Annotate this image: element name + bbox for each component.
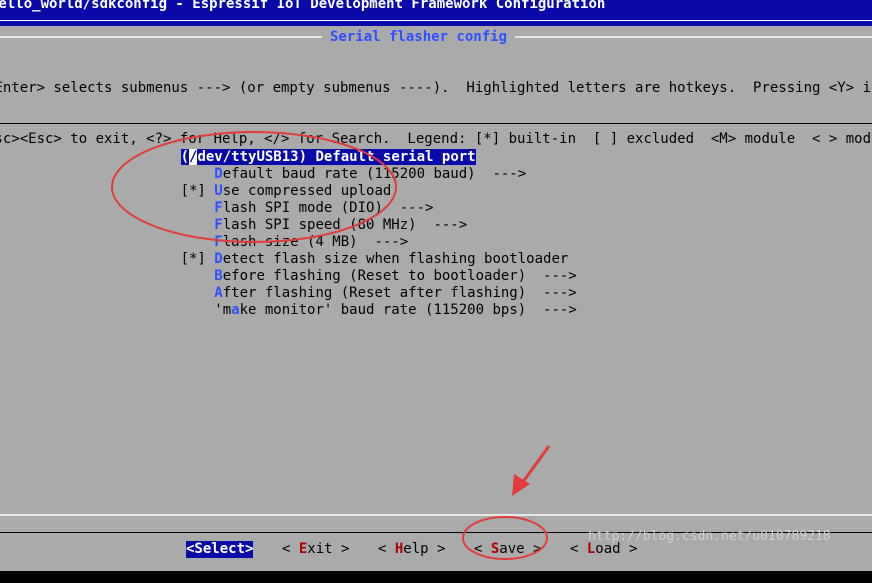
- menu-item-prefix: [181, 285, 215, 301]
- menu-item-prefix: (: [180, 149, 190, 165]
- menu-item-label: etect flash size when flashing bootloade…: [222, 251, 569, 267]
- menu-item-prefix: 'm: [180, 302, 232, 318]
- menu-frame-bottom: [0, 514, 872, 516]
- menu-item-prefix: [181, 217, 215, 233]
- select-button[interactable]: <Select>: [186, 541, 254, 558]
- menu-item-label: dev/ttyUSB13) Default serial port: [197, 149, 476, 165]
- menu-item-hotkey: A: [214, 285, 223, 301]
- menu-item-label: lash SPI mode (DIO) --->: [222, 200, 434, 216]
- menu-item-prefix: [181, 166, 215, 182]
- menu-item-hotkey: B: [214, 268, 223, 284]
- button-label: ave >: [499, 541, 542, 557]
- terminal-bottom-bar: [0, 571, 872, 583]
- menu-item-label: lash size (4 MB) --->: [222, 234, 409, 250]
- help-button[interactable]: < Help >: [378, 541, 445, 558]
- menu-item-label: ke monitor' baud rate (115200 bps) --->: [239, 302, 577, 318]
- menu-item-checkbox: [*]: [180, 183, 215, 199]
- button-bracket: <: [474, 541, 491, 557]
- title-underline: [0, 20, 872, 21]
- menu-item-label: fter flashing (Reset after flashing) ---…: [222, 285, 577, 301]
- menu-item-hotkey: D: [214, 251, 223, 267]
- dialog-title: Serial flasher config: [322, 29, 516, 45]
- exit-button[interactable]: < Exit >: [282, 541, 349, 558]
- button-bar: <Select> < Exit > < Help > < Save > < Lo…: [0, 541, 872, 563]
- menu-item-label: lash SPI speed (80 MHz) --->: [222, 217, 468, 233]
- button-bracket: <: [378, 541, 395, 557]
- watermark: http://blog.csdn.net/u010789218: [588, 529, 831, 544]
- menu-item-label: efore flashing (Reset to bootloader) ---…: [222, 268, 577, 284]
- menu-item-prefix: [181, 268, 215, 284]
- menu-item-hotkey: F: [214, 217, 223, 233]
- menu-item-label: se compressed upload: [222, 183, 392, 199]
- menu-item-hotkey: F: [214, 234, 223, 250]
- window-title-bar: hello_world/sdkconfig - Espressif IoT De…: [0, 0, 872, 24]
- menu-list: (/dev/ttyUSB13) Default serial port Defa…: [130, 132, 577, 318]
- menu-item-prefix: [181, 200, 215, 216]
- save-button[interactable]: < Save >: [474, 541, 541, 558]
- menu-frame-top: [0, 123, 872, 124]
- menu-item-hotkey: D: [214, 166, 223, 182]
- config-dialog: Serial flasher config <Enter> selects su…: [0, 26, 872, 571]
- help-line-1: <Enter> selects submenus ---> (or empty …: [0, 80, 872, 96]
- menu-item-hotkey: U: [214, 183, 223, 199]
- button-label: elp >: [403, 541, 446, 557]
- menu-item-hotkey: a: [231, 302, 240, 318]
- menu-item-prefix: [181, 234, 215, 250]
- menu-item-default-serial-port[interactable]: (/dev/ttyUSB13) Default serial port: [130, 132, 577, 165]
- menu-item-checkbox: [*]: [180, 251, 215, 267]
- button-bracket: <: [570, 541, 587, 557]
- button-bracket: <: [282, 541, 299, 557]
- menu-item-hotkey: F: [214, 200, 223, 216]
- window-title: hello_world/sdkconfig - Espressif IoT De…: [0, 0, 606, 12]
- menu-item-label: efault baud rate (115200 baud) --->: [222, 166, 527, 182]
- button-label: xit >: [307, 541, 350, 557]
